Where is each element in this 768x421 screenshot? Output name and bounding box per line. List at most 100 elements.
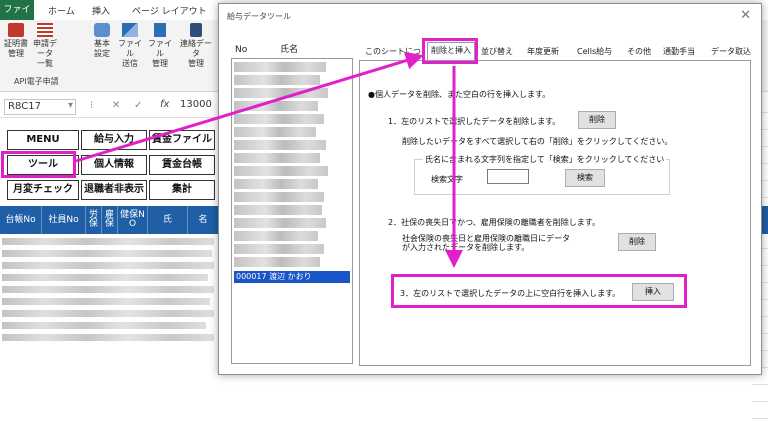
list-item[interactable] (234, 101, 318, 111)
list-item[interactable] (234, 244, 324, 254)
monthly-check-button[interactable]: 月変チェック (7, 180, 79, 200)
payroll-tool-dialog: 給与データツール ✕ No 氏名 000017 渡辺 かおり このシートについて… (218, 3, 762, 375)
section2-title: 2．社保の喪失日でかつ、雇用保険の離職者を削除します。 (388, 218, 600, 227)
tab-home[interactable]: ホーム (48, 4, 75, 17)
sheet-data-rows (0, 234, 218, 346)
function-icon[interactable]: fx (160, 99, 169, 110)
list-item[interactable] (234, 114, 324, 124)
formula-value[interactable]: 13000 (180, 99, 220, 110)
ribbon-button-label: 基本 設定 (94, 39, 110, 58)
table-row (2, 250, 212, 257)
basic-settings-button[interactable]: 基本 設定 (90, 23, 114, 59)
col-header: 労保 (86, 206, 102, 234)
section1-description: 削除したいデータをすべて選択して右の「削除」をクリックしてください。 (402, 137, 673, 146)
list-item[interactable] (234, 140, 326, 150)
employee-listbox[interactable]: 000017 渡辺 かおり (231, 58, 353, 364)
list-item[interactable] (234, 192, 324, 202)
table-row (2, 298, 210, 305)
col-header: 健保NO (118, 206, 148, 234)
file-icon (154, 23, 166, 37)
search-label: 検索文字 (431, 175, 463, 184)
list-item[interactable] (234, 179, 318, 189)
delete-selected-button[interactable]: 削除 (578, 111, 616, 129)
list-item[interactable] (234, 62, 326, 72)
send-icon (122, 23, 138, 37)
search-group: 氏名に含まれる文字列を指定して「検索」をクリックしてください 検索文字 検索 (414, 154, 670, 195)
table-row (2, 262, 214, 269)
highlight-insert-section (391, 274, 687, 308)
col-header: 雇保 (102, 206, 118, 234)
tab-file[interactable]: ファイル (0, 0, 34, 35)
ribbon-group-label: API電子申請 (14, 77, 59, 86)
tab-data-import[interactable]: データ取込 (711, 44, 751, 60)
table-row (2, 238, 214, 245)
file-manage-button[interactable]: ファイル 管理 (148, 23, 172, 69)
tab-year-update[interactable]: 年度更新 (527, 44, 559, 60)
wage-file-button[interactable]: 賃金ファイル (149, 130, 215, 150)
file-send-button[interactable]: ファイル 送信 (118, 23, 142, 69)
close-icon[interactable]: ✕ (740, 8, 751, 23)
sheet-header-row: 台帳No 社員No 労保 雇保 健保NO 氏 名 (0, 206, 218, 234)
settings-icon (94, 23, 110, 37)
list-item-selected[interactable]: 000017 渡辺 かおり (234, 271, 350, 283)
certificate-manage-button[interactable]: 証明書 管理 (4, 23, 28, 59)
search-group-label: 氏名に含まれる文字列を指定して「検索」をクリックしてください (423, 154, 667, 165)
table-row (2, 322, 206, 329)
table-row (2, 310, 214, 317)
delete-retired-button[interactable]: 削除 (618, 233, 656, 251)
list-item[interactable] (234, 257, 320, 267)
search-input[interactable] (487, 169, 529, 184)
list-item[interactable] (234, 205, 322, 215)
search-button[interactable]: 検索 (565, 169, 605, 187)
tab-insert[interactable]: 挿入 (92, 4, 110, 17)
name-box[interactable]: R8C17 (4, 99, 76, 115)
list-item[interactable] (234, 88, 328, 98)
ribbon-button-label: ファイル 送信 (118, 39, 142, 68)
section1-title: 1．左のリストで選択したデータを削除します。 (388, 117, 561, 126)
ribbon-button-label: ファイル 管理 (148, 39, 172, 68)
check-icon[interactable]: ✓ (134, 100, 142, 111)
highlight-tool-button (1, 151, 76, 178)
list-icon (37, 23, 53, 37)
tab-sort[interactable]: 並び替え (481, 44, 513, 60)
contact-icon (190, 23, 202, 37)
more-icon: ⁝ (90, 100, 94, 111)
list-item[interactable] (234, 218, 326, 228)
tab-page-delete-insert: ●個人データを削除、また空白の行を挿入します。 1．左のリストで選択したデータを… (359, 60, 751, 366)
tab-about-sheet[interactable]: このシートについて (365, 44, 425, 60)
section-header: ●個人データを削除、また空白の行を挿入します。 (368, 90, 551, 99)
certificate-icon (8, 23, 24, 37)
tab-cells-salary[interactable]: Cells給与 (577, 44, 612, 60)
list-item[interactable] (234, 127, 316, 137)
ribbon-button-label: 連絡データ 管理 (180, 39, 212, 68)
col-header: 台帳No (0, 206, 42, 234)
menu-button[interactable]: MENU (7, 130, 79, 150)
tab-other[interactable]: その他 (627, 44, 651, 60)
list-item[interactable] (234, 75, 320, 85)
salary-input-button[interactable]: 給与入力 (81, 130, 147, 150)
personal-info-button[interactable]: 個人情報 (81, 155, 147, 175)
tab-page-layout[interactable]: ページ レイアウト (132, 4, 207, 17)
list-header-name: 氏名 (280, 45, 299, 55)
ribbon-button-label: 申請データ 一覧 (33, 39, 57, 68)
col-header: 氏 (148, 206, 188, 234)
highlight-delete-insert-tab (422, 38, 478, 64)
list-header: No 氏名 (235, 42, 298, 55)
cancel-icon[interactable]: ✕ (112, 100, 120, 111)
application-list-button[interactable]: 申請データ 一覧 (30, 23, 60, 69)
total-button[interactable]: 集計 (149, 180, 215, 200)
hide-retired-button[interactable]: 退職者非表示 (81, 180, 147, 200)
col-header: 社員No (42, 206, 86, 234)
dialog-title: 給与データツール (227, 12, 291, 21)
ribbon-button-label: 証明書 管理 (4, 39, 28, 58)
dropdown-icon[interactable]: ▾ (68, 100, 73, 111)
section2-description-2: が入力されたデータを削除します。 (402, 243, 530, 252)
list-item[interactable] (234, 153, 320, 163)
tab-commute[interactable]: 通勤手当 (663, 44, 695, 60)
wage-ledger-button[interactable]: 賃金台帳 (149, 155, 215, 175)
list-item[interactable] (234, 166, 328, 176)
contact-data-manage-button[interactable]: 連絡データ 管理 (178, 23, 214, 69)
table-row (2, 274, 208, 281)
list-item[interactable] (234, 231, 318, 241)
table-row (2, 286, 214, 293)
